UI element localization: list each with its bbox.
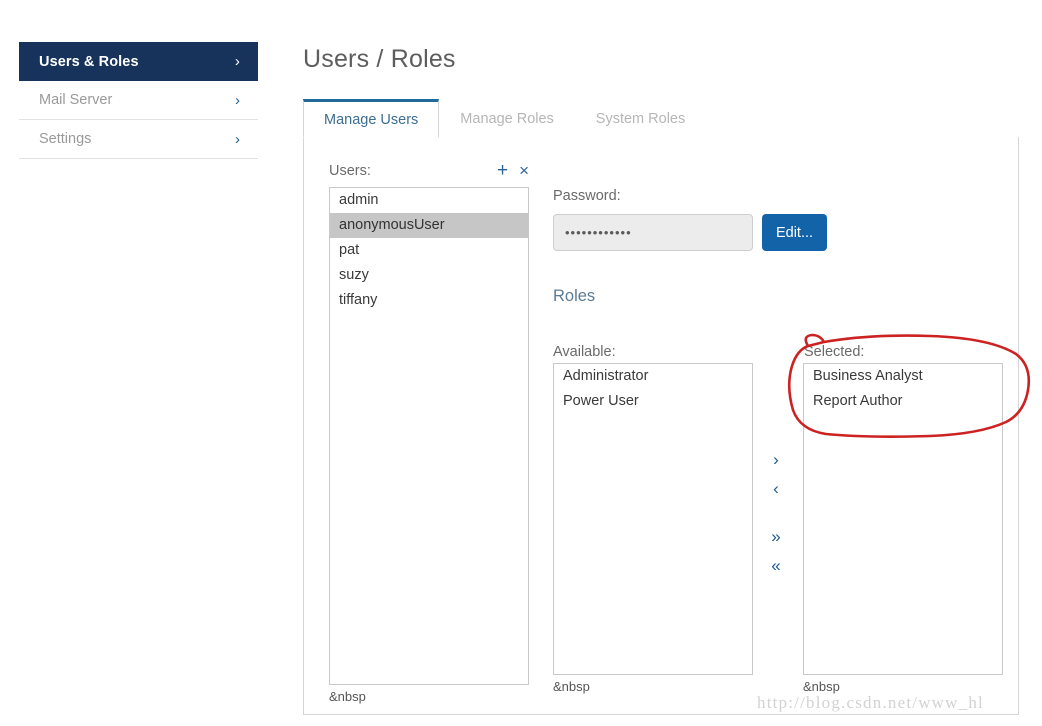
move-all-right-button[interactable]: » [763, 527, 789, 547]
sidebar-item-label: Users & Roles [39, 53, 139, 70]
password-field[interactable]: •••••••••••• [553, 214, 753, 251]
app-root: Users & Roles › Mail Server › Settings ›… [0, 0, 1042, 726]
tab-system-roles[interactable]: System Roles [574, 99, 707, 138]
list-item[interactable]: Report Author [804, 389, 1002, 414]
chevron-right-icon: › [234, 53, 240, 70]
add-user-icon[interactable]: + [497, 161, 508, 180]
sidebar-item-settings[interactable]: Settings › [19, 120, 258, 159]
available-roles-label: Available: [553, 344, 616, 360]
available-roles-listbox[interactable]: Administrator Power User [553, 363, 753, 675]
watermark-text: http://blog.csdn.net/www_hl [757, 693, 984, 712]
tab-bar-filler [706, 99, 1019, 138]
list-item[interactable]: suzy [330, 263, 528, 288]
sidebar-item-label: Settings [39, 131, 92, 147]
sidebar-item-users-roles[interactable]: Users & Roles › [19, 42, 258, 81]
edit-password-button[interactable]: Edit... [762, 214, 827, 251]
page-title: Users / Roles [303, 45, 456, 73]
tab-label: Manage Users [324, 111, 419, 128]
tab-manage-roles[interactable]: Manage Roles [439, 99, 575, 138]
list-item[interactable]: anonymousUser [330, 213, 528, 238]
list-item[interactable]: Power User [554, 389, 752, 414]
remove-user-icon[interactable]: × [519, 162, 529, 179]
available-roles-footer-text: &nbsp [553, 679, 590, 694]
chevron-right-icon: › [235, 91, 240, 109]
selected-roles-listbox[interactable]: Business Analyst Report Author [803, 363, 1003, 675]
selected-roles-footer-text: &nbsp [803, 679, 840, 694]
tab-label: Manage Roles [460, 110, 554, 127]
list-item[interactable]: admin [330, 188, 528, 213]
list-item[interactable]: pat [330, 238, 528, 263]
password-label: Password: [553, 188, 621, 204]
tab-manage-users[interactable]: Manage Users [303, 99, 440, 138]
sidebar-item-label: Mail Server [39, 92, 113, 108]
tab-bar: Manage Users Manage Roles System Roles [303, 99, 1019, 138]
move-all-left-button[interactable]: « [763, 556, 789, 576]
users-list-label: Users: [329, 162, 371, 179]
sidebar-item-mail-server[interactable]: Mail Server › [19, 81, 258, 120]
move-left-button[interactable]: ‹ [763, 479, 789, 499]
list-item[interactable]: Administrator [554, 364, 752, 389]
users-listbox[interactable]: admin anonymousUser pat suzy tiffany [329, 187, 529, 685]
users-list-footer-text: &nbsp [329, 689, 366, 704]
list-item[interactable]: Business Analyst [804, 364, 1002, 389]
move-right-button[interactable]: › [763, 450, 789, 470]
selected-roles-label: Selected: [804, 344, 865, 360]
chevron-right-icon: › [235, 130, 240, 148]
list-item[interactable]: tiffany [330, 288, 528, 313]
users-list-header: Users: + × [329, 161, 529, 180]
roles-section-heading: Roles [553, 287, 596, 305]
tab-label: System Roles [595, 110, 686, 127]
sidebar: Users & Roles › Mail Server › Settings › [19, 42, 258, 159]
